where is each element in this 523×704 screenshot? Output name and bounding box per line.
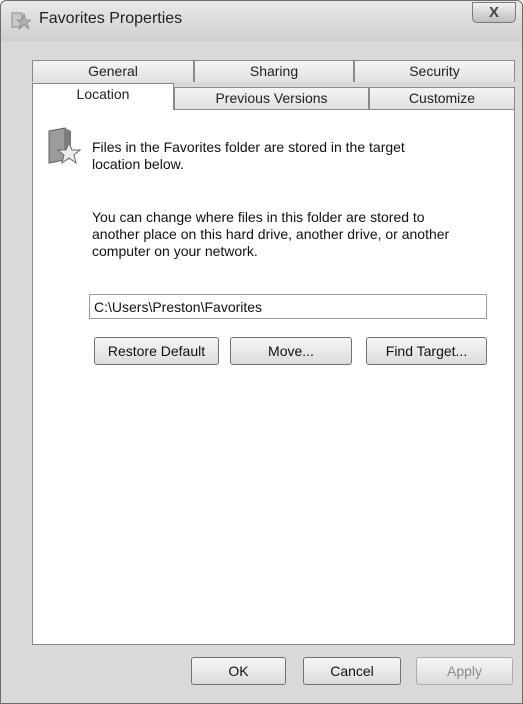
favorites-star-icon: [11, 12, 31, 30]
apply-label: Apply: [446, 663, 483, 679]
tab-general-label: General: [88, 63, 138, 79]
intro-text-line-1: Files in the Favorites folder are stored…: [92, 139, 405, 155]
move-label: Move...: [268, 343, 314, 359]
location-tab-panel: Files in the Favorites folder are stored…: [32, 109, 515, 645]
restore-default-label: Restore Default: [107, 343, 206, 359]
cancel-label: Cancel: [330, 663, 374, 679]
restore-default-button[interactable]: Restore Default: [94, 337, 219, 365]
target-path-input[interactable]: [89, 294, 487, 319]
tab-customize-label: Customize: [408, 90, 476, 106]
find-target-label: Find Target...: [385, 343, 468, 359]
tab-previous-versions-label: Previous Versions: [215, 90, 328, 106]
properties-dialog: Favorites Properties X General Sharing S…: [0, 0, 523, 704]
tab-security-label: Security: [409, 63, 460, 79]
move-button[interactable]: Move...: [230, 337, 352, 365]
window-title: Favorites Properties: [39, 10, 183, 27]
ok-button[interactable]: OK: [191, 657, 286, 685]
description-line-1: You can change where files in this folde…: [92, 209, 425, 225]
find-target-button[interactable]: Find Target...: [366, 337, 487, 365]
title-bar[interactable]: Favorites Properties X: [1, 1, 522, 41]
favorites-folder-icon: [48, 127, 81, 165]
cancel-button[interactable]: Cancel: [303, 657, 401, 685]
tab-previous-versions[interactable]: Previous Versions: [174, 87, 369, 109]
tab-location[interactable]: Location: [32, 83, 174, 110]
tab-general[interactable]: General: [32, 60, 194, 82]
close-icon: X: [488, 4, 499, 21]
description-line-2: another place on this hard drive, anothe…: [92, 226, 450, 242]
tab-security[interactable]: Security: [354, 60, 515, 82]
ok-label: OK: [228, 663, 249, 679]
description-line-3: computer on your network.: [92, 243, 258, 259]
tab-sharing[interactable]: Sharing: [194, 60, 354, 82]
intro-text-line-2: location below.: [92, 156, 184, 172]
tab-location-label: Location: [76, 86, 130, 102]
tab-sharing-label: Sharing: [249, 63, 299, 79]
apply-button[interactable]: Apply: [416, 657, 513, 685]
tab-customize[interactable]: Customize: [369, 87, 515, 109]
close-button[interactable]: X: [472, 2, 516, 23]
